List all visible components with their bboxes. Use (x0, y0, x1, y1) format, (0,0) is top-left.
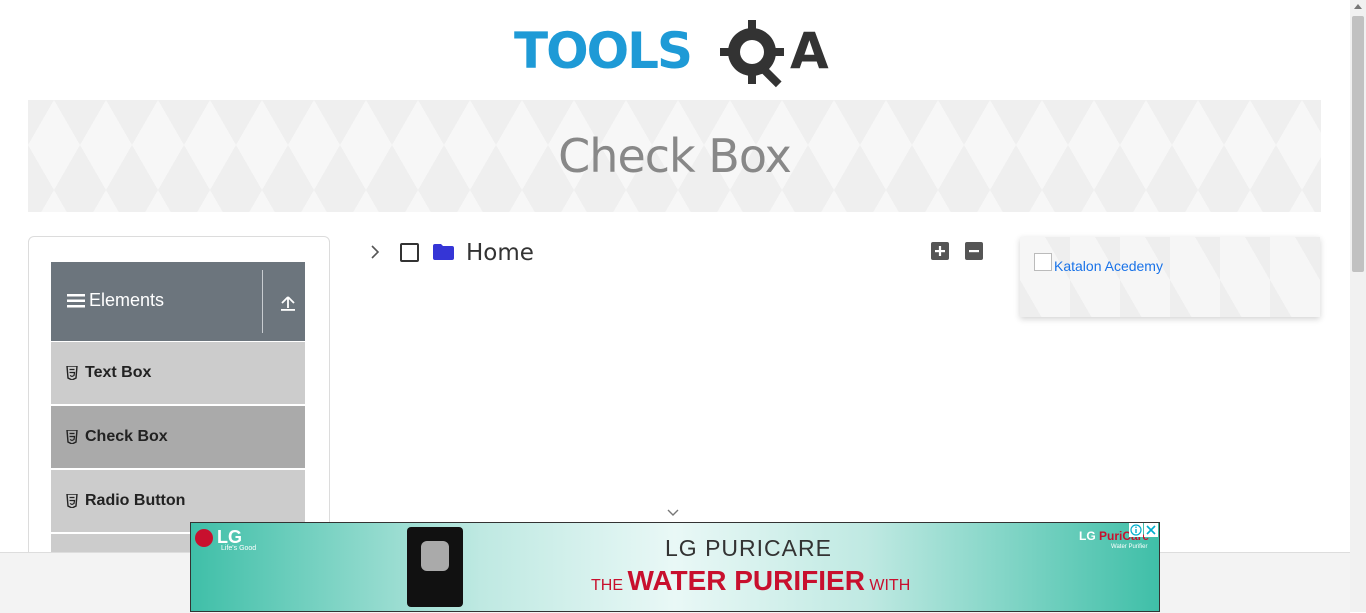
hamburger-icon (67, 293, 85, 307)
left-panel: Elements Text Box Check Box Radio Button (28, 236, 330, 568)
chevron-down-icon[interactable] (666, 508, 680, 518)
sidebar-item-label: Radio Button (85, 492, 186, 509)
toolsqa-logo[interactable]: TOOLS A (514, 16, 838, 90)
adchoices-icon[interactable] (1129, 523, 1143, 537)
home-checkbox[interactable] (400, 243, 419, 262)
collapse-all-button[interactable] (965, 242, 983, 260)
broken-image-icon (1034, 253, 1052, 271)
sidebar-item-label: Check Box (85, 428, 168, 445)
lg-tagline: Life's Good (221, 545, 257, 552)
html5-icon (66, 366, 78, 380)
lg-logo-circle-icon (195, 528, 213, 547)
sidebar-item-check-box[interactable]: Check Box (51, 405, 305, 468)
group-header-elements[interactable]: Elements (51, 262, 305, 341)
sidebar-item-text-box[interactable]: Text Box (51, 341, 305, 404)
collapse-upload-icon[interactable] (279, 294, 297, 312)
ad-headline: LG PURICARE (665, 535, 832, 561)
gear-icon (720, 20, 784, 88)
page-scrollbar[interactable] (1350, 0, 1366, 612)
ad-right-sub: Water Purifier (1111, 544, 1148, 550)
water-purifier-image (407, 527, 463, 607)
chevron-right-icon[interactable] (368, 243, 382, 261)
group-header-label: Elements (89, 290, 165, 310)
sidebar-item-label: Text Box (85, 364, 152, 381)
minus-icon (969, 250, 979, 253)
plus-icon (935, 246, 945, 256)
html5-icon (66, 430, 78, 444)
expand-all-button[interactable] (931, 242, 949, 260)
side-ad-link[interactable]: Katalon Acedemy (1054, 258, 1163, 274)
page-title: Check Box (558, 129, 792, 183)
bottom-ad-banner[interactable]: LG Life's Good LG PURICARE THE WATER PUR… (190, 522, 1160, 612)
logo-text-tools: TOOLS (514, 22, 691, 80)
html5-icon (66, 494, 78, 508)
logo-text-a: A (790, 22, 829, 80)
page-header-banner: Check Box (28, 100, 1321, 212)
header-divider (262, 270, 263, 333)
scrollbar-thumb[interactable] (1352, 16, 1364, 272)
folder-icon (433, 244, 454, 260)
ad-tagline: THE WATER PURIFIER WITH (591, 565, 911, 596)
side-ad-katalon[interactable]: Katalon Acedemy (1020, 237, 1320, 317)
tree-node-label[interactable]: Home (466, 240, 534, 266)
close-icon[interactable] (1144, 523, 1158, 537)
scroll-up-arrow-icon[interactable] (1354, 4, 1362, 9)
